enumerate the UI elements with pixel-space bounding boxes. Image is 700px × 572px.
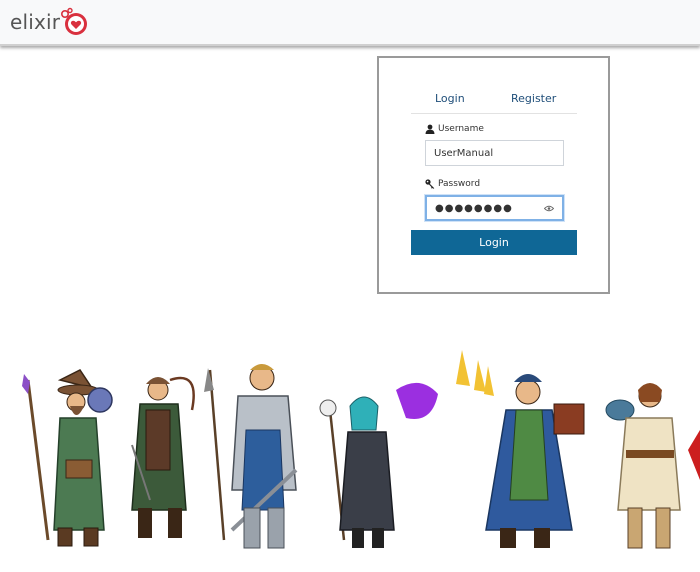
elf-mage-figure	[456, 350, 585, 548]
auth-tabs: Login Register	[411, 86, 577, 114]
username-label-text: Username	[438, 124, 484, 134]
password-field[interactable]: ●●●●●●●●	[425, 195, 564, 221]
logo-text: elixir	[10, 10, 61, 34]
password-label: Password	[425, 179, 480, 189]
eye-icon[interactable]	[544, 205, 554, 212]
flask-heart-icon	[61, 7, 88, 35]
username-label: Username	[425, 124, 484, 134]
login-panel: Login Register Username UserManual Passw…	[377, 56, 610, 294]
tab-login[interactable]: Login	[435, 92, 465, 105]
tab-register[interactable]: Register	[511, 92, 556, 105]
monk-figure	[605, 383, 700, 549]
top-navbar: elixir	[0, 0, 700, 46]
knight-figure	[204, 364, 298, 549]
username-field[interactable]: UserManual	[425, 140, 564, 166]
username-value: UserManual	[434, 147, 494, 159]
elixir-logo[interactable]: elixir	[10, 7, 90, 37]
key-icon	[425, 179, 435, 189]
wizard-figure	[22, 369, 113, 547]
ranger-figure	[131, 376, 195, 538]
password-label-text: Password	[438, 179, 481, 189]
login-button[interactable]: Login	[411, 230, 577, 255]
password-value: ●●●●●●●●	[435, 202, 513, 214]
user-icon	[425, 124, 435, 134]
fantasy-characters-illustration	[22, 350, 700, 549]
necromancer-figure	[319, 382, 438, 548]
